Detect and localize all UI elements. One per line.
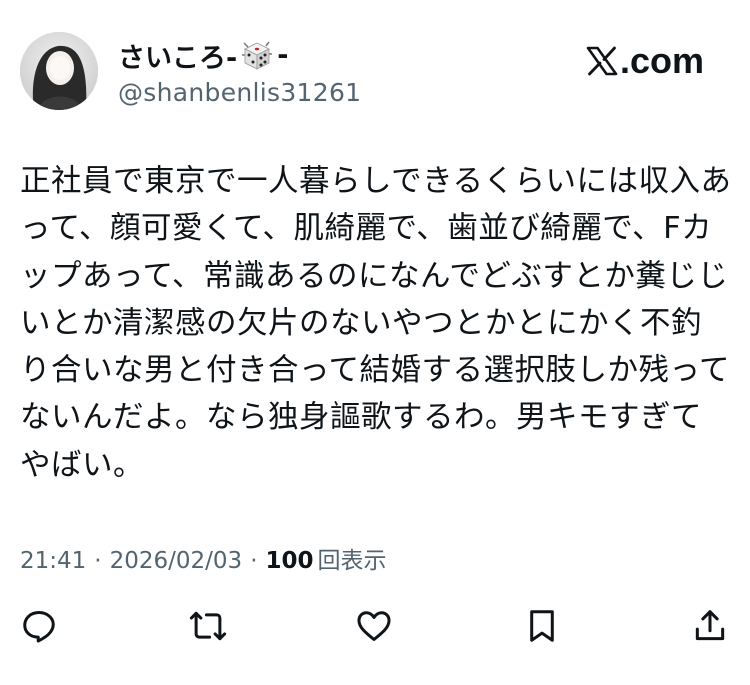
views-count: 100 bbox=[265, 548, 314, 574]
brand-watermark: .com bbox=[586, 40, 704, 82]
avatar-image bbox=[20, 32, 98, 110]
post-time[interactable]: 21:41 bbox=[20, 548, 86, 574]
post-card: さいころ- - @shanbenlis31261 .com 正社員で東京で一人暮… bbox=[0, 0, 750, 685]
repost-button[interactable] bbox=[186, 604, 230, 648]
user-names: さいころ- - @shanbenlis31261 bbox=[118, 36, 361, 108]
avatar[interactable] bbox=[20, 32, 98, 110]
display-name-suffix: - bbox=[277, 39, 289, 71]
heart-icon bbox=[357, 611, 391, 641]
display-name-row[interactable]: さいころ- - bbox=[118, 36, 361, 74]
repost-icon bbox=[189, 611, 227, 641]
like-button[interactable] bbox=[352, 604, 396, 648]
meta-separator: · bbox=[94, 548, 102, 574]
share-button[interactable] bbox=[688, 604, 732, 648]
share-icon bbox=[695, 610, 725, 641]
views-label: 回表示 bbox=[317, 548, 387, 574]
user-handle[interactable]: @shanbenlis31261 bbox=[118, 78, 361, 107]
display-name[interactable]: さいころ- bbox=[118, 36, 237, 75]
post-date[interactable]: 2026/02/03 bbox=[110, 548, 243, 574]
dice-icon bbox=[239, 37, 275, 73]
meta-separator: · bbox=[250, 548, 258, 574]
bookmark-icon bbox=[530, 610, 554, 642]
reply-icon bbox=[23, 611, 55, 643]
x-logo-icon bbox=[586, 46, 618, 76]
brand-domain: .com bbox=[619, 40, 704, 81]
post-text: 正社員で東京で一人暮らしできるくらいには収入あって、顔可愛くて、肌綺麗で、歯並び… bbox=[20, 164, 732, 483]
post-meta: 21:41 · 2026/02/03 · 100 回表示 bbox=[20, 541, 387, 575]
bookmark-button[interactable] bbox=[520, 604, 564, 648]
reply-button[interactable] bbox=[17, 604, 61, 648]
